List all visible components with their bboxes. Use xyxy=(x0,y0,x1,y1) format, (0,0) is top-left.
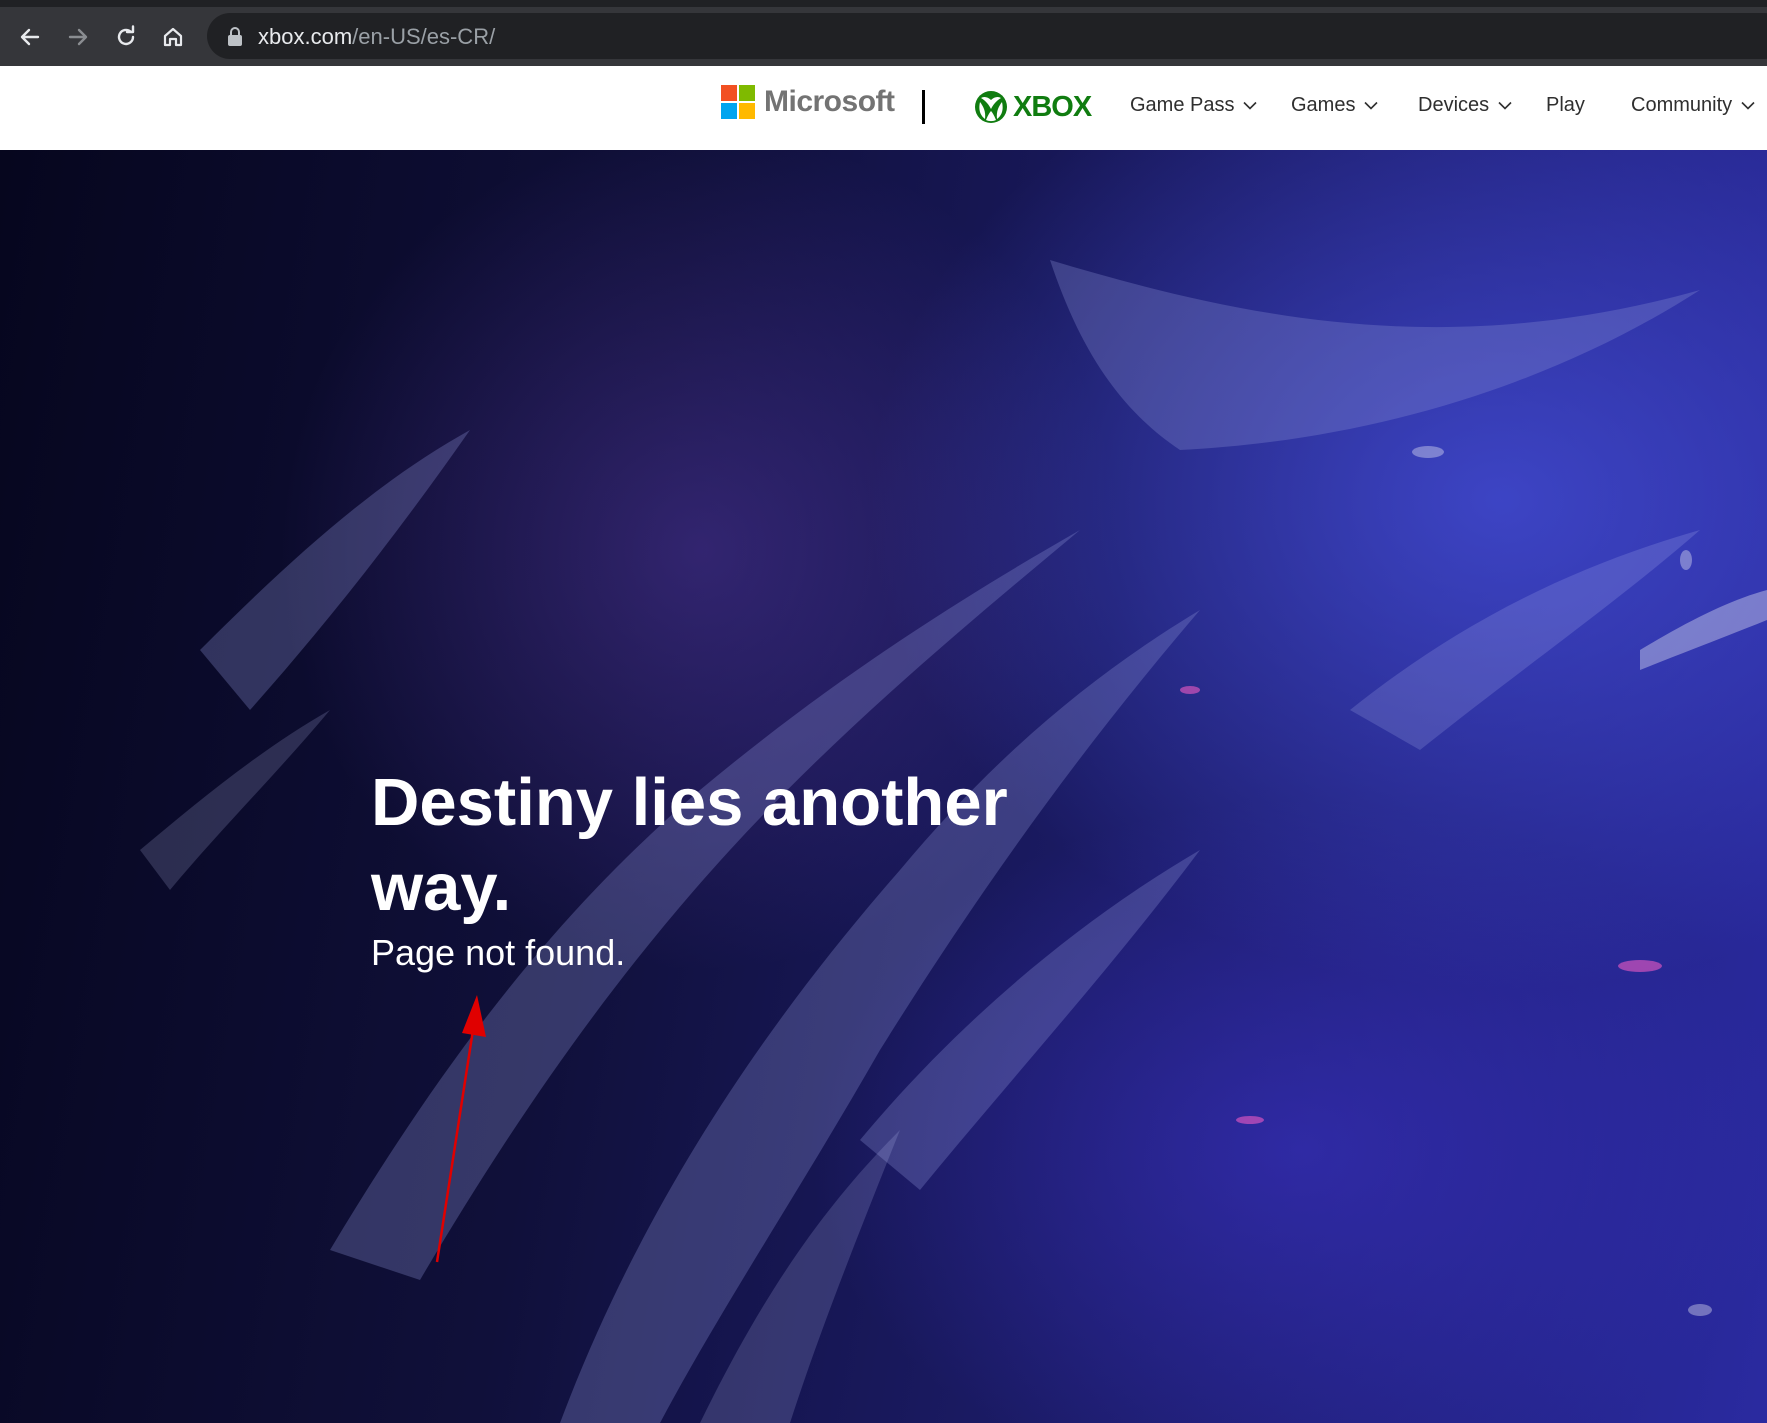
nav-label: Play xyxy=(1546,94,1585,116)
home-button[interactable] xyxy=(159,23,187,51)
lock-icon xyxy=(228,27,242,46)
reload-icon xyxy=(117,25,135,46)
chevron-down-icon xyxy=(1243,101,1258,110)
nav-label: Game Pass xyxy=(1130,94,1235,116)
main-nav: Game Pass Games Devices Play Community xyxy=(0,66,1767,150)
reload-button[interactable] xyxy=(112,23,140,51)
chevron-down-icon xyxy=(1741,101,1755,110)
chevron-down-icon xyxy=(1498,101,1512,110)
arrow-right-icon xyxy=(68,28,88,46)
nav-label: Community xyxy=(1631,94,1733,116)
chevron-down-icon xyxy=(1364,101,1379,110)
nav-label: Games xyxy=(1291,94,1356,116)
home-icon xyxy=(163,27,183,47)
address-bar[interactable]: xbox.com/en-US/es-CR/ xyxy=(207,13,1767,59)
annotation-arrow xyxy=(435,995,486,1263)
nav-item-games[interactable]: Games xyxy=(1291,94,1379,117)
nav-label: Devices xyxy=(1418,94,1490,116)
hero-banner: Destiny lies another way. Page not found… xyxy=(0,150,1767,1423)
back-button[interactable] xyxy=(16,23,44,51)
forward-button[interactable] xyxy=(64,23,92,51)
nav-item-devices[interactable]: Devices xyxy=(1418,94,1512,117)
url-domain: xbox.com xyxy=(258,24,353,49)
nav-item-play[interactable]: Play xyxy=(1546,94,1585,117)
arrow-left-icon xyxy=(20,28,40,46)
browser-toolbar: xbox.com/en-US/es-CR/ xyxy=(0,0,1767,66)
nav-item-game-pass[interactable]: Game Pass xyxy=(1130,94,1258,117)
nav-item-community[interactable]: Community xyxy=(1631,94,1755,117)
url-text: xbox.com/en-US/es-CR/ xyxy=(258,24,495,50)
url-path: /en-US/es-CR/ xyxy=(352,24,496,49)
site-header: Microsoft XBOX Game Pass Games Devices P… xyxy=(0,66,1767,150)
